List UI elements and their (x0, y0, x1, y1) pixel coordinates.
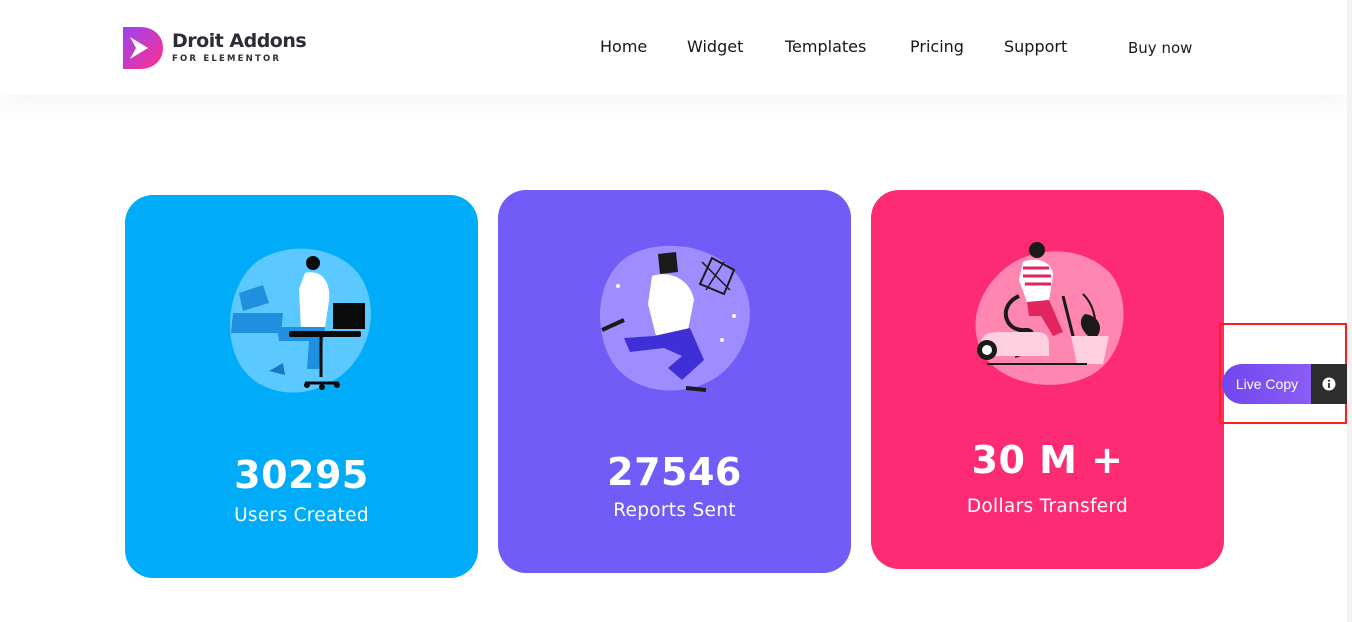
person-with-net-illustration (600, 245, 750, 392)
page-scrollbar[interactable] (1347, 0, 1352, 622)
stat-value-dollars: 30 M + (971, 438, 1124, 482)
nav-support[interactable]: Support (1004, 37, 1067, 56)
stat-label-dollars: Dollars Transferd (966, 496, 1129, 517)
info-button[interactable] (1311, 364, 1347, 404)
stat-card-dollars: 30 M + Dollars Transferd (871, 190, 1224, 569)
person-at-desk-illustration (230, 248, 371, 393)
stat-label-reports: Reports Sent (613, 500, 736, 521)
brand-subtitle: FOR ELEMENTOR (172, 54, 282, 65)
person-vacuuming-illustration (975, 242, 1124, 385)
nav-widget[interactable]: Widget (687, 37, 743, 56)
brand-name: Droit Addons (172, 30, 307, 53)
stat-card-reports: 27546 Reports Sent (498, 190, 851, 573)
droit-logo-icon (123, 27, 163, 69)
site-header: Droit Addons FOR ELEMENTOR Home Widget T… (0, 0, 1352, 95)
stat-value-users: 30295 (234, 453, 369, 497)
stat-label-users: Users Created (234, 505, 369, 526)
info-icon (1322, 377, 1336, 391)
live-copy-button[interactable]: Live Copy (1222, 364, 1312, 404)
nav-templates[interactable]: Templates (785, 37, 866, 56)
buy-now-link[interactable]: Buy now (1128, 39, 1192, 57)
stat-card-users: 30295 Users Created (125, 195, 478, 578)
brand-logo[interactable]: Droit Addons FOR ELEMENTOR (120, 24, 310, 72)
nav-pricing[interactable]: Pricing (910, 37, 964, 56)
nav-home[interactable]: Home (600, 37, 647, 56)
stat-value-reports: 27546 (607, 450, 742, 494)
